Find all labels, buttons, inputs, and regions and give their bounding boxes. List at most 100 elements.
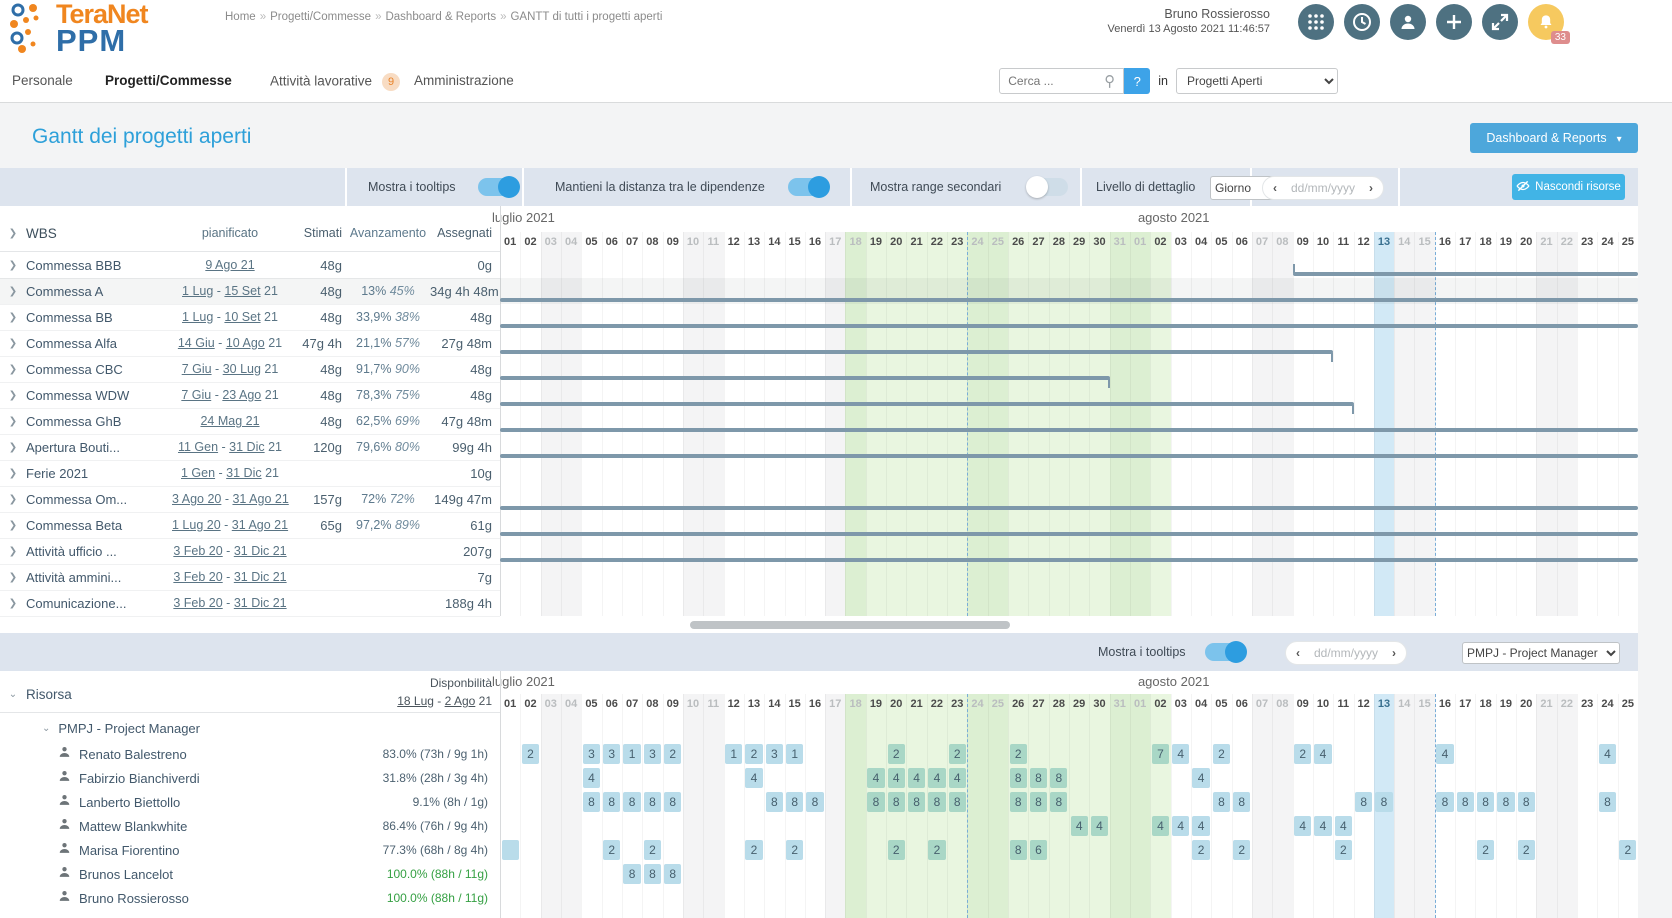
table-row[interactable]: ❯Comunicazione...3 Feb 20 - 31 Dic 21188… (0, 590, 500, 616)
date-link[interactable]: 10 Set (224, 310, 260, 324)
gantt-bar[interactable] (500, 324, 1638, 328)
app-logo[interactable]: TeraNet PPM (8, 2, 148, 55)
table-row[interactable]: ❯Apertura Bouti...11 Gen - 31 Dic 21120g… (0, 434, 500, 460)
table-row[interactable]: ❯Attività ufficio ...3 Feb 20 - 31 Dic 2… (0, 538, 500, 564)
hide-resources-button[interactable]: Nascondi risorse (1512, 174, 1625, 200)
gantt-bar[interactable] (500, 454, 1638, 458)
clock-button[interactable] (1344, 4, 1380, 40)
expand-chevron-icon[interactable]: ❯ (0, 390, 26, 401)
resource-row[interactable]: Mattew Blankwhite86.4% (76h / 9g 4h) (0, 814, 500, 838)
expand-chevron-icon[interactable]: ❯ (0, 520, 26, 531)
expand-chevron-icon[interactable]: ❯ (0, 260, 26, 271)
date-input[interactable]: dd/mm/yyyy (1314, 646, 1378, 660)
table-row[interactable]: ❯Commessa CBC7 Giu - 30 Lug 2148g91,7% 9… (0, 356, 500, 382)
date-link[interactable]: 11 Gen (178, 440, 218, 454)
date-link[interactable]: 31 Dic 21 (234, 544, 287, 558)
date-link[interactable]: 30 Lug (223, 362, 261, 376)
resource-row[interactable]: Marisa Fiorentino77.3% (68h / 8g 4h) (0, 838, 500, 862)
resource-row[interactable]: Renato Balestreno83.0% (73h / 9g 1h) (0, 742, 500, 766)
gantt-bar[interactable] (1293, 272, 1638, 276)
table-row[interactable]: ❯Commessa GhB24 Mag 2148g62,5% 69%47g 48… (0, 408, 500, 434)
breadcrumb-item[interactable]: Progetti/Commesse (270, 11, 371, 23)
tooltips-toggle[interactable] (478, 178, 518, 196)
nav-item-attivit-lavorative[interactable]: Attività lavorative9 (270, 73, 400, 91)
chevron-left-icon[interactable]: ‹ (1273, 181, 1277, 195)
resource-row[interactable]: Lanberto Biettollo9.1% (8h / 1g) (0, 790, 500, 814)
secondary-range-toggle[interactable] (1028, 178, 1068, 196)
resource-row[interactable]: Fabirzio Bianchiverdi31.8% (28h / 3g 4h) (0, 766, 500, 790)
dashboard-reports-button[interactable]: Dashboard & Reports▾ (1470, 123, 1638, 153)
expand-chevron-icon[interactable]: ❯ (0, 312, 26, 323)
date-link[interactable]: 23 Ago (222, 388, 261, 402)
date-link[interactable]: 7 Giu (182, 362, 212, 376)
date-link[interactable]: 31 Ago 21 (232, 492, 288, 506)
chevron-right-icon[interactable]: › (1369, 181, 1373, 195)
resource-row[interactable]: Bruno Rossierosso100.0% (88h / 11g) (0, 886, 500, 910)
expand-chevron-icon[interactable]: ❯ (0, 442, 26, 453)
expand-chevron-icon[interactable]: ❯ (0, 572, 26, 583)
table-row[interactable]: ❯Commessa BB1 Lug - 10 Set 2148g33,9% 38… (0, 304, 500, 330)
date-link[interactable]: 31 Dic 21 (234, 596, 287, 610)
horizontal-scrollbar-thumb[interactable] (690, 621, 1010, 629)
date-link[interactable]: 3 Ago 20 (172, 492, 221, 506)
distance-toggle[interactable] (788, 178, 828, 196)
date-link[interactable]: 2 Ago (445, 694, 476, 708)
date-link[interactable]: 1 Gen (181, 466, 215, 480)
expand-chevron-icon[interactable]: ❯ (0, 286, 26, 297)
table-row[interactable]: ❯Commessa A1 Lug - 15 Set 2148g13% 45%34… (0, 278, 500, 304)
date-link[interactable]: 10 Ago (226, 336, 265, 350)
expand-chevron-icon[interactable]: ❯ (0, 338, 26, 349)
gantt-bar[interactable] (500, 350, 1333, 354)
resource-row[interactable]: Brunos Lancelot100.0% (88h / 11g) (0, 862, 500, 886)
date-link[interactable]: 3 Feb 20 (173, 570, 222, 584)
chevron-right-icon[interactable]: › (1392, 646, 1396, 660)
date-link[interactable]: 7 Giu (181, 388, 211, 402)
resources-tooltips-toggle[interactable] (1205, 643, 1245, 661)
date-link[interactable]: 31 Dic (229, 440, 264, 454)
expand-chevron-icon[interactable]: ❯ (0, 598, 26, 609)
expand-chevron-icon[interactable]: ❯ (0, 546, 26, 557)
date-link[interactable]: 3 Feb 20 (173, 596, 222, 610)
gantt-bar[interactable] (500, 558, 1638, 562)
date-link[interactable]: 14 Giu (178, 336, 215, 350)
expand-chevron-icon[interactable]: ❯ (0, 494, 26, 505)
date-link[interactable]: 3 Feb 20 (173, 544, 222, 558)
chevron-down-icon[interactable]: ⌄ (0, 689, 26, 700)
breadcrumb-item[interactable]: Dashboard & Reports (385, 11, 496, 23)
table-row[interactable]: ❯Commessa WDW7 Giu - 23 Ago 2148g78,3% 7… (0, 382, 500, 408)
gantt-bar[interactable] (500, 532, 1638, 536)
nav-item-personale[interactable]: Personale (12, 73, 73, 88)
resource-group-row[interactable]: ⌄PMPJ - Project Manager (0, 716, 500, 740)
user-button[interactable] (1390, 4, 1426, 40)
table-row[interactable]: ❯Commessa Om...3 Ago 20 - 31 Ago 21157g7… (0, 486, 500, 512)
date-link[interactable]: 31 Dic (226, 466, 261, 480)
gantt-bar[interactable] (500, 506, 1638, 510)
chevron-down-icon[interactable]: ⌄ (42, 723, 50, 734)
gantt-bar[interactable] (500, 376, 1110, 380)
table-row[interactable]: ❯Commessa Alfa14 Giu - 10 Ago 2147g 4h21… (0, 330, 500, 356)
expand-button[interactable] (1482, 4, 1518, 40)
date-link[interactable]: 31 Dic 21 (234, 570, 287, 584)
expand-chevron-icon[interactable]: ❯ (0, 416, 26, 427)
gantt-bar[interactable] (500, 298, 1638, 302)
expand-chevron-icon[interactable]: ❯ (0, 364, 26, 375)
chevron-left-icon[interactable]: ‹ (1296, 646, 1300, 660)
search-scope-select[interactable]: Progetti Aperti (1176, 68, 1338, 94)
apps-grid-button[interactable] (1298, 4, 1334, 40)
gantt-bar[interactable] (500, 428, 1638, 432)
date-link[interactable]: 1 Lug (182, 310, 213, 324)
plus-button[interactable] (1436, 4, 1472, 40)
nav-item-progetti-commesse[interactable]: Progetti/Commesse (105, 73, 232, 88)
search-input[interactable] (999, 68, 1124, 94)
breadcrumb-item[interactable]: Home (225, 11, 256, 23)
table-row[interactable]: ❯Ferie 20211 Gen - 31 Dic 2110g (0, 460, 500, 486)
search-help-button[interactable]: ? (1124, 68, 1150, 94)
table-row[interactable]: ❯Commessa BBB9 Ago 2148g0g (0, 252, 500, 278)
expand-chevron-icon[interactable]: ❯ (0, 468, 26, 479)
gantt-bar[interactable] (500, 402, 1354, 406)
notifications-button[interactable]: 33 (1528, 4, 1564, 40)
date-link[interactable]: 1 Lug 20 (172, 518, 221, 532)
date-link[interactable]: 9 Ago 21 (205, 258, 254, 272)
date-link[interactable]: 31 Ago 21 (232, 518, 288, 532)
table-row[interactable]: ❯Commessa Beta1 Lug 20 - 31 Ago 2165g97,… (0, 512, 500, 538)
